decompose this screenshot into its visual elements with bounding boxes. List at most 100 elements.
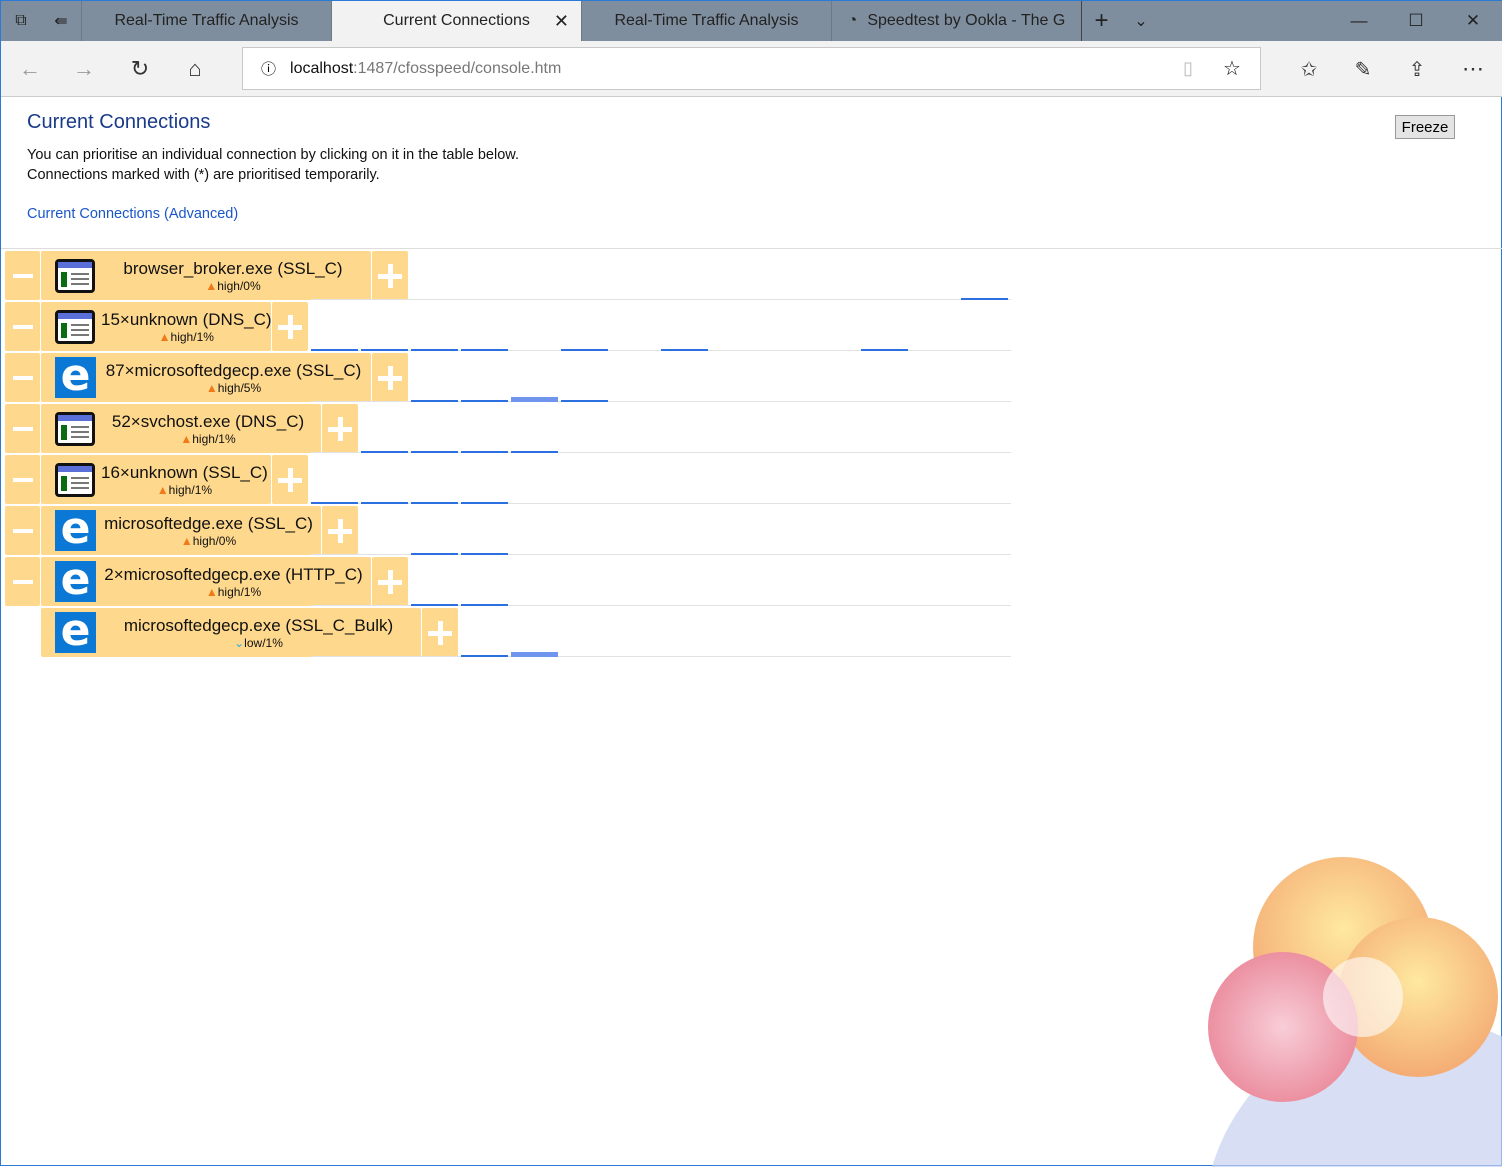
edge-icon: e [55,609,96,653]
activity-bar [411,553,458,555]
decrease-priority-button[interactable] [5,506,40,555]
connection-cell[interactable]: e 2×microsoftedgecp.exe (HTTP_C) ▲high/1% [41,557,371,606]
connection-cell[interactable]: e 87×microsoftedgecp.exe (SSL_C) ▲high/5% [41,353,371,402]
tab-speedtest[interactable]: ◔ Speedtest by Ookla - The G [831,1,1081,41]
connection-row[interactable]: 16×unknown (SSL_C) ▲high/1% [5,455,309,504]
minus-icon [12,273,33,278]
decrease-priority-button[interactable] [5,251,40,300]
tab-label: Real-Time Traffic Analysis [114,12,299,29]
row-baseline [311,299,1011,300]
activity-bar [411,400,458,402]
minus-icon [12,477,33,482]
connection-row[interactable]: browser_broker.exe (SSL_C) ▲high/0% [5,251,409,300]
app-window-icon [55,309,95,344]
divider [1,248,1502,249]
increase-priority-button[interactable] [372,251,408,300]
web-note-pen-icon[interactable]: ✎ [1343,49,1383,89]
connection-cell[interactable]: 15×unknown (DNS_C) ▲high/1% [41,302,272,351]
tab-label: Real-Time Traffic Analysis [614,12,799,29]
decrease-priority-button[interactable] [5,404,40,453]
activity-bar [461,349,508,351]
connection-cell[interactable]: browser_broker.exe (SSL_C) ▲high/0% [41,251,371,300]
increase-priority-button[interactable] [272,302,308,351]
home-icon[interactable]: ⌂ [175,49,215,89]
tab-current-connections[interactable]: Current Connections ✕ [331,1,581,41]
tab-realtime-traffic-1[interactable]: Real-Time Traffic Analysis [81,1,331,41]
activity-bar [361,502,408,504]
share-icon[interactable]: ⇪ [1397,49,1437,89]
usage-percent: 1% [243,584,262,599]
address-bar[interactable]: ⓘ localhost:1487/cfosspeed/console.htm ▯… [242,47,1261,90]
activity-bar [411,349,458,351]
high-priority-icon: ▲ [180,431,193,446]
tab-list-chevron-icon[interactable]: ⌄ [1121,1,1161,41]
maximize-icon[interactable]: ☐ [1388,1,1444,41]
high-priority-icon: ▲ [156,482,169,497]
priority-label: high [217,584,241,599]
app-window-icon [55,258,95,293]
activity-bar [511,396,558,402]
priority-label: high [192,533,216,548]
connection-cell[interactable]: 52×svchost.exe (DNS_C) ▲high/1% [41,404,321,453]
advanced-connections-link[interactable]: Current Connections (Advanced) [27,206,238,222]
plus-icon [378,365,402,390]
decrease-priority-button[interactable] [5,302,40,351]
app-window-icon [55,411,95,446]
connection-row[interactable]: e 2×microsoftedgecp.exe (HTTP_C) ▲high/1% [5,557,409,606]
favorites-hub-icon[interactable]: ✩ [1289,49,1329,89]
tab-preview-icon[interactable]: ⧉ [1,1,41,41]
increase-priority-button[interactable] [322,404,358,453]
increase-priority-button[interactable] [372,557,408,606]
priority-label: high [170,329,194,344]
connection-name: browser_broker.exe (SSL_C) [123,258,343,278]
priority-label: high [217,380,241,395]
set-tabs-aside-icon[interactable]: ⇚ [41,1,81,41]
connection-row[interactable]: e microsoftedge.exe (SSL_C) ▲high/0% [5,506,359,555]
reading-view-icon[interactable]: ▯ [1183,58,1193,79]
close-window-icon[interactable]: ✕ [1445,1,1501,41]
back-icon[interactable]: ← [10,49,50,89]
decrease-priority-button[interactable] [5,557,40,606]
close-tab-icon[interactable]: ✕ [554,11,569,32]
increase-priority-button[interactable] [322,506,358,555]
decrease-priority-button[interactable] [5,353,40,402]
forward-icon[interactable]: → [64,49,104,89]
connection-row[interactable]: 15×unknown (DNS_C) ▲high/1% [5,302,309,351]
minus-icon [12,426,33,431]
connection-cell[interactable]: e microsoftedgecp.exe (SSL_C_Bulk) ⌄low/1% [41,608,421,657]
activity-bar [461,451,508,453]
connection-cell[interactable]: 16×unknown (SSL_C) ▲high/1% [41,455,271,504]
tab-bar: ⧉ ⇚ Real-Time Traffic Analysis Current C… [1,1,1502,41]
connection-row[interactable]: 52×svchost.exe (DNS_C) ▲high/1% [5,404,359,453]
connection-row[interactable]: e microsoftedgecp.exe (SSL_C_Bulk) ⌄low/1% [41,608,459,657]
plus-icon [328,518,352,543]
decrease-priority-button[interactable] [5,455,40,504]
connection-row[interactable]: e 87×microsoftedgecp.exe (SSL_C) ▲high/5% [5,353,409,402]
plus-icon [328,416,352,441]
favorite-star-icon[interactable]: ☆ [1223,56,1241,81]
freeze-button[interactable]: Freeze [1395,115,1455,139]
activity-bar [361,451,408,453]
increase-priority-button[interactable] [372,353,408,402]
connection-name: microsoftedge.exe (SSL_C) [104,513,313,533]
plus-icon [378,263,402,288]
info-icon[interactable]: ⓘ [261,58,276,79]
connection-cell[interactable]: e microsoftedge.exe (SSL_C) ▲high/0% [41,506,321,555]
minimize-icon[interactable]: — [1331,1,1387,41]
priority-label: high [168,482,192,497]
more-icon[interactable]: ⋯ [1453,49,1493,89]
edge-icon: e [55,354,96,398]
activity-bar [511,451,558,453]
usage-percent: 0% [243,278,261,293]
new-tab-icon[interactable]: + [1081,1,1121,41]
edge-icon: e [55,507,96,551]
increase-priority-button[interactable] [272,455,308,504]
edge-icon: e [55,558,96,602]
increase-priority-button[interactable] [422,608,458,657]
activity-bar [861,349,908,351]
connection-name: 2×microsoftedgecp.exe (HTTP_C) [104,564,363,584]
cfosspeed-logo [1208,857,1502,1167]
usage-percent: 1% [218,431,236,446]
refresh-icon[interactable]: ↻ [120,49,160,89]
tab-realtime-traffic-2[interactable]: Real-Time Traffic Analysis [581,1,831,41]
